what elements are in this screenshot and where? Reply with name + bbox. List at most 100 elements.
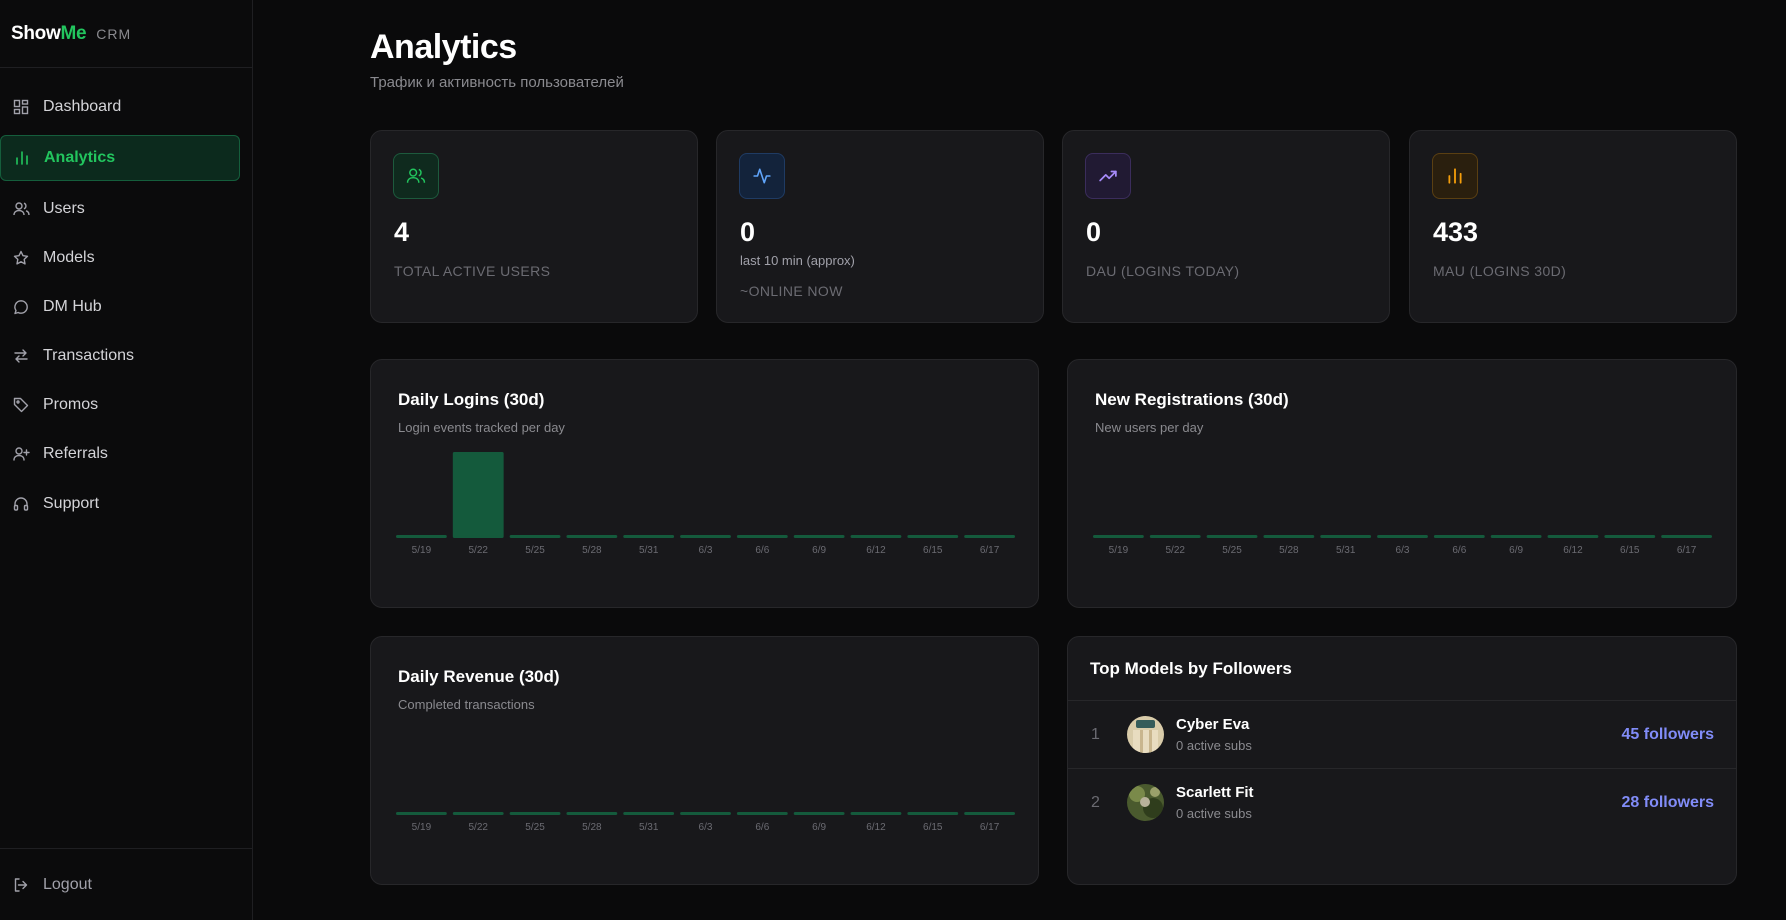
chart-tick-label: 6/6 [755,545,769,556]
chart-tick-label: 6/15 [923,822,943,833]
model-name: Scarlett Fit [1176,784,1254,801]
top-models-card: Top Models by Followers 1 Cyber Eva 0 ac… [1067,636,1737,885]
stat-card-mau: 433 MAU (LOGINS 30D) [1409,130,1737,323]
logout-label: Logout [43,876,92,893]
page-subtitle: Трафик и активность пользователей [370,74,624,91]
stat-value: 0 [1086,217,1102,247]
chart-card-new-registrations: New Registrations (30d) New users per da… [1067,359,1737,608]
sidebar-item-dashboard[interactable]: Dashboard [0,84,240,130]
brand-logo[interactable]: Show Me CRM [0,0,252,68]
stat-card-online-now: 0 last 10 min (approx) ~ONLINE NOW [716,130,1044,323]
chart-bar-6/3 [1377,535,1428,538]
sidebar-item-label: Users [43,200,85,217]
chart-bar-5/25 [1206,535,1258,538]
chart-bar-6/9 [1490,535,1542,538]
sidebar-footer: Logout [0,848,253,920]
stat-note: last 10 min (approx) [740,253,855,268]
chart-tick-label: 5/22 [468,822,488,833]
brand-me: Me [60,22,87,44]
sidebar-item-support[interactable]: Support [0,481,240,527]
chart-tick-label: 6/15 [1620,545,1640,556]
arrows-swap-icon [11,346,31,366]
chart-bar-6/9 [793,812,845,815]
chart-tick-label: 5/19 [412,822,432,833]
chart-title: Daily Revenue (30d) [398,667,560,686]
chart-tick-label: 5/22 [468,545,488,556]
chart-bar-6/9 [793,535,845,538]
chart-title: Daily Logins (30d) [398,390,545,409]
new-registrations-chart: 5/19 5/22 5/25 5/28 5/31 6/3 6/6 6/9 6/12 6/15 6/1… [1093,535,1712,556]
chart-tick-label: 6/3 [699,545,713,556]
chart-bar-5/28 [566,535,618,538]
logout-button[interactable]: Logout [11,875,92,895]
stat-value: 0 [740,217,756,247]
chart-bar-6/12 [850,812,902,815]
users-icon [11,199,31,219]
stat-card-total-active-users: 4 TOTAL ACTIVE USERS [370,130,698,323]
brand-crm: CRM [96,25,132,42]
chart-bar-5/31 [1320,535,1372,538]
page-title: Analytics [370,28,517,66]
chart-bar-5/22 [452,452,504,538]
chart-bar-5/19 [1093,535,1144,538]
chart-tick-label: 6/12 [1563,545,1583,556]
stat-value: 433 [1433,217,1479,247]
chart-bar-5/19 [396,535,447,538]
stat-card-dau: 0 DAU (LOGINS TODAY) [1062,130,1390,323]
chart-tick-label: 5/28 [1279,545,1299,556]
model-rank: 1 [1091,726,1100,743]
chart-subtitle: New users per day [1095,420,1204,435]
model-rank: 2 [1091,794,1100,811]
sidebar-item-referrals[interactable]: Referrals [0,431,240,477]
chart-bar-6/3 [680,535,731,538]
top-model-row[interactable]: 1 Cyber Eva 0 active subs 45 followers [1068,700,1736,768]
chart-card-daily-logins: Daily Logins (30d) Login events tracked … [370,359,1039,608]
sidebar-item-label: DM Hub [43,298,102,315]
model-name: Cyber Eva [1176,716,1250,733]
daily-revenue-chart: 5/19 5/22 5/25 5/28 5/31 6/3 6/6 6/9 6/12 6/15 6/1… [396,812,1015,833]
chart-tick-label: 5/25 [525,545,545,556]
stat-label: MAU (LOGINS 30D) [1433,263,1567,279]
chart-tick-label: 6/12 [866,822,886,833]
sidebar-item-dm-hub[interactable]: DM Hub [0,284,240,330]
chart-tick-label: 5/19 [1109,545,1129,556]
sidebar-item-analytics[interactable]: Analytics [0,135,240,181]
chart-bar-6/3 [680,812,731,815]
chart-bar-5/31 [623,812,675,815]
sidebar-item-label: Support [43,495,100,512]
chart-bar-6/12 [1547,535,1599,538]
chart-bar-6/15 [907,812,959,815]
chart-subtitle: Completed transactions [398,697,535,712]
chart-tick-label: 6/17 [1677,545,1697,556]
message-icon [11,297,31,317]
chart-tick-label: 6/9 [1509,545,1523,556]
logout-icon [11,875,31,895]
sidebar-item-models[interactable]: Models [0,235,240,281]
app-root: Show Me CRM Dashboard Analytics Users Mo… [0,0,1786,920]
user-plus-icon [11,444,31,464]
stat-label: ~ONLINE NOW [740,283,843,299]
chart-bar-5/25 [509,812,561,815]
sidebar-item-transactions[interactable]: Transactions [0,333,240,379]
avatar [1127,784,1164,821]
chart-bar-6/6 [1433,535,1485,538]
model-followers: 28 followers [1621,794,1714,811]
stat-label: TOTAL ACTIVE USERS [394,263,551,279]
chart-tick-label: 6/6 [1452,545,1466,556]
top-model-row[interactable]: 2 Scarlett Fit 0 active subs 28 follower… [1068,768,1736,836]
chart-tick-label: 6/9 [812,545,826,556]
sidebar-item-users[interactable]: Users [0,186,240,232]
sidebar-item-promos[interactable]: Promos [0,382,240,428]
avatar [1127,716,1164,753]
chart-card-daily-revenue: Daily Revenue (30d) Completed transactio… [370,636,1039,885]
chart-bar-5/19 [396,812,447,815]
chart-bar-6/15 [1604,535,1656,538]
chart-tick-label: 5/31 [1336,545,1356,556]
chart-bar-5/31 [623,535,675,538]
chart-tick-label: 6/3 [699,822,713,833]
top-models-title: Top Models by Followers [1090,659,1292,678]
chart-bar-6/17 [964,535,1015,538]
bar-chart-icon [1432,153,1478,199]
chart-bar-5/25 [509,535,561,538]
sidebar-item-label: Models [43,249,95,266]
